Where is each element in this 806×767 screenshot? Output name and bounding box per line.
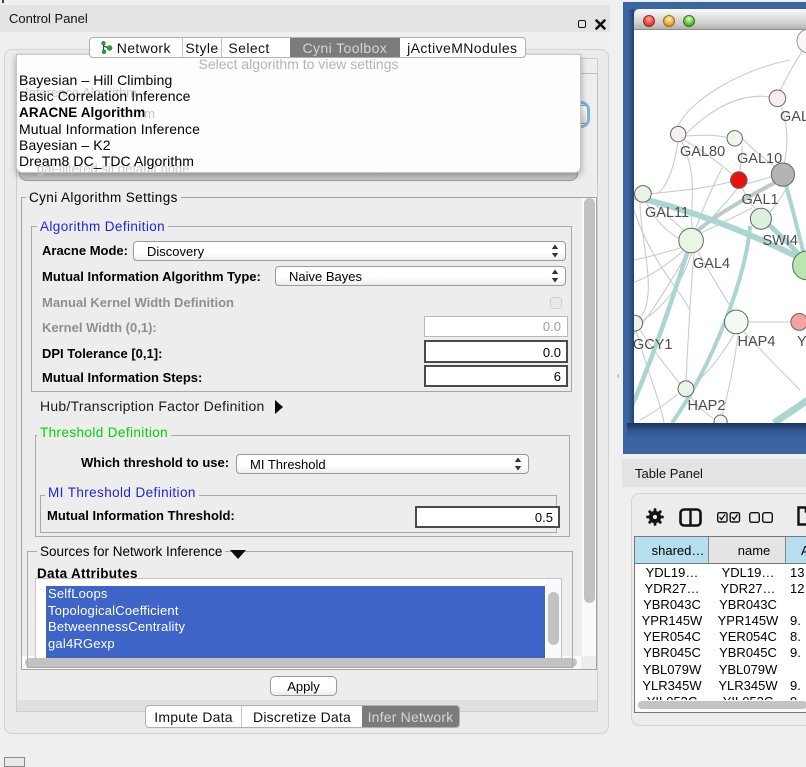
svg-text:SWI4: SWI4 [763, 233, 798, 249]
svg-text:HAP4: HAP4 [738, 334, 776, 350]
svg-text:GAL11: GAL11 [645, 205, 689, 221]
svg-text:GAL7: GAL7 [780, 109, 806, 125]
svg-text:GCY1: GCY1 [634, 337, 673, 353]
svg-text:Y: Y [797, 334, 806, 350]
svg-text:HAP2: HAP2 [688, 398, 726, 414]
svg-text:GAL10: GAL10 [737, 151, 782, 167]
svg-text:GAL80: GAL80 [680, 144, 725, 160]
svg-text:GAL4: GAL4 [693, 256, 730, 272]
svg-text:GAL1: GAL1 [742, 192, 779, 208]
